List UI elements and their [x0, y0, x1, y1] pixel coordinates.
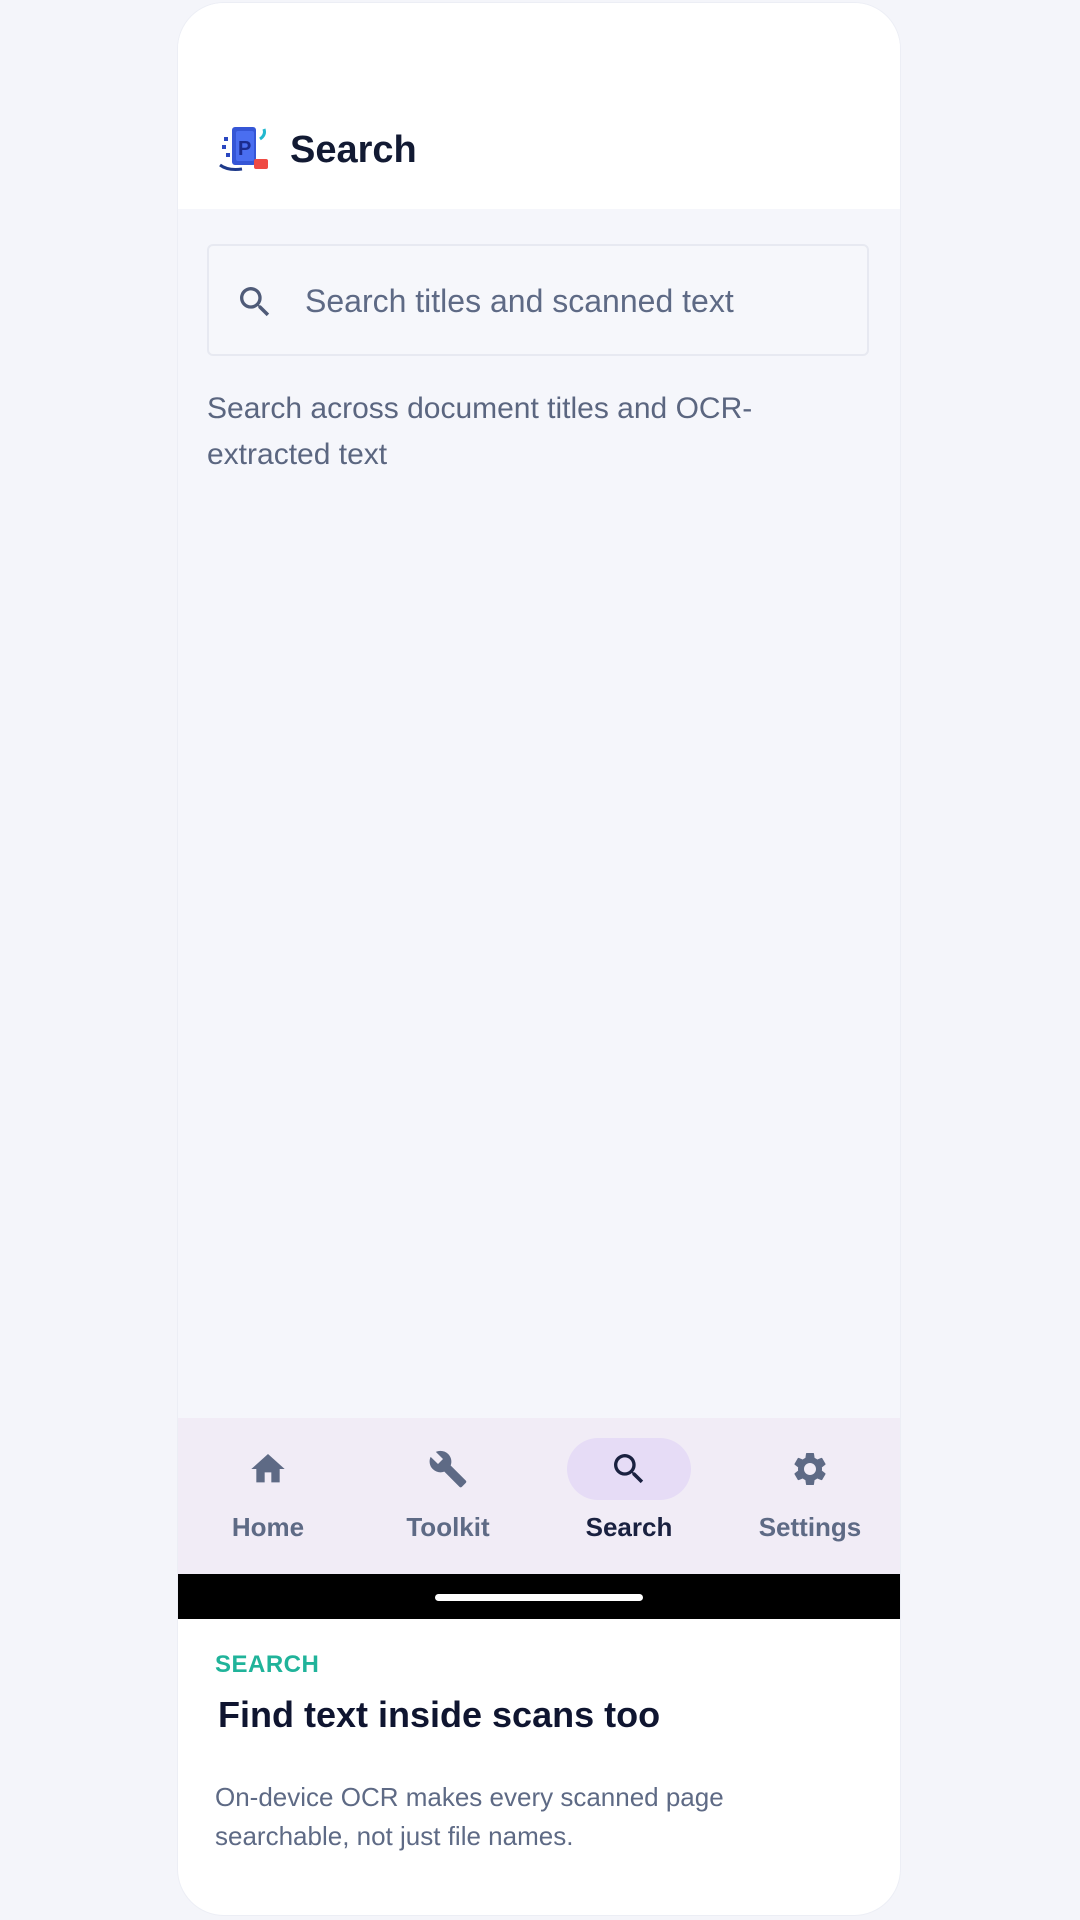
- wrench-icon: [429, 1450, 467, 1488]
- bottom-navigation: Home Toolkit Search Settings: [178, 1418, 900, 1574]
- home-icon: [251, 1454, 285, 1483]
- promo-eyebrow: SEARCH: [215, 1651, 320, 1678]
- page-title: Search: [290, 129, 417, 171]
- promo-title: Find text inside scans too: [218, 1694, 661, 1735]
- nav-item-home[interactable]: Home: [178, 1418, 358, 1574]
- svg-text:P: P: [238, 138, 251, 160]
- search-field[interactable]: [207, 244, 869, 356]
- app-bar: P Search: [178, 3, 900, 209]
- nav-label-search: Search: [585, 1512, 673, 1542]
- system-gesture-bar: [178, 1574, 900, 1619]
- search-icon: [614, 1454, 644, 1484]
- promo-description: On-device OCR makes every scanned page s…: [215, 1782, 724, 1851]
- gear-icon: [794, 1453, 826, 1485]
- nav-item-search[interactable]: Search: [539, 1418, 719, 1574]
- promo-card: P Search Search across document titles a…: [178, 3, 900, 1915]
- nav-label-home: Home: [231, 1512, 305, 1542]
- home-gesture-handle[interactable]: [435, 1594, 643, 1601]
- nav-item-settings[interactable]: Settings: [720, 1418, 900, 1574]
- nav-label-toolkit: Toolkit: [406, 1512, 490, 1542]
- pdf-scanner-logo-icon: P: [219, 127, 268, 171]
- search-icon: [240, 287, 270, 317]
- search-input[interactable]: [305, 276, 845, 326]
- phone-screen: P Search Search across document titles a…: [178, 3, 900, 1619]
- search-helper-text: Search across document titles and OCR-ex…: [207, 392, 753, 471]
- nav-item-toolkit[interactable]: Toolkit: [358, 1418, 538, 1574]
- nav-label-settings: Settings: [758, 1512, 862, 1542]
